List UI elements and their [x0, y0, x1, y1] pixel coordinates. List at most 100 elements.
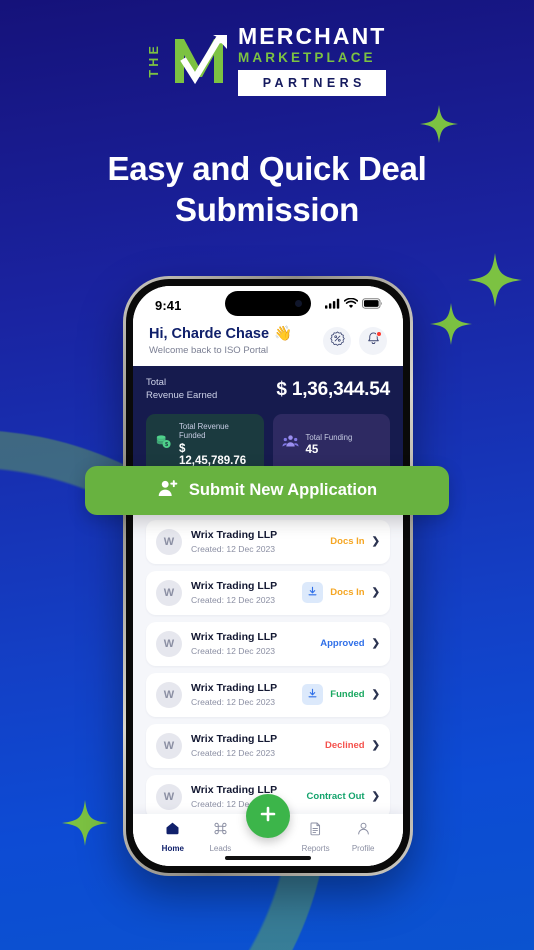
- chevron-right-icon[interactable]: ❯: [372, 638, 380, 649]
- revenue-label-line-1: Total: [146, 377, 167, 389]
- table-row[interactable]: W Wrix Trading LLP Created: 12 Dec 2023 …: [146, 519, 390, 564]
- download-button[interactable]: [302, 582, 324, 604]
- cellular-signal-icon: [325, 296, 340, 314]
- table-row[interactable]: W Wrix Trading LLP Created: 12 Dec 2023: [146, 570, 390, 615]
- nav-item-home[interactable]: Home: [149, 821, 197, 853]
- revenue-amount: $ 1,36,344.54: [276, 379, 390, 401]
- status-badge: Declined: [325, 740, 365, 752]
- person-plus-icon: [157, 478, 178, 504]
- avatar: W: [156, 681, 182, 708]
- status-bar: 9:41: [133, 286, 403, 320]
- status-badge: Docs In: [330, 587, 365, 599]
- lead-name: Wrix Trading LLP: [191, 682, 278, 695]
- dynamic-island: [225, 291, 311, 316]
- phone-mockup: 9:41 Hi, Charde Chase 👋 Welcome back to …: [123, 276, 413, 876]
- cta-label: Submit New Application: [188, 481, 378, 499]
- sparkle-mid-right: [468, 253, 522, 307]
- revenue-label-line-2: Revenue Earned: [146, 390, 218, 402]
- download-icon: [307, 686, 318, 704]
- logo-marketplace-text: MARKETPLACE: [238, 50, 376, 65]
- greeting-row: Hi, Charde Chase 👋: [149, 326, 292, 343]
- bottom-navigation: Home Leads Reports Profile: [133, 794, 403, 866]
- avatar: W: [156, 783, 182, 810]
- logo-the-text: THE: [146, 42, 161, 78]
- status-badge: Approved: [320, 638, 365, 650]
- submit-new-application-button[interactable]: Submit New Application: [85, 466, 449, 515]
- notification-bell-icon-button[interactable]: [359, 327, 387, 356]
- chevron-right-icon[interactable]: ❯: [372, 689, 380, 700]
- notification-badge-dot: [376, 331, 382, 338]
- phone-bezel: 9:41 Hi, Charde Chase 👋 Welcome back to …: [126, 279, 410, 873]
- people-group-icon: [281, 433, 299, 455]
- table-row[interactable]: W Wrix Trading LLP Created: 12 Dec 2023 …: [146, 621, 390, 666]
- avatar: W: [156, 528, 182, 555]
- home-icon: [165, 821, 180, 841]
- stat-value: 45: [305, 444, 319, 457]
- lead-name: Wrix Trading LLP: [191, 733, 278, 746]
- lead-date: Created: 12 Dec 2023: [191, 646, 276, 657]
- offers-badge-icon: [329, 331, 345, 351]
- lead-name: Wrix Trading LLP: [191, 784, 278, 797]
- nav-label: Leads: [209, 844, 232, 853]
- profile-icon: [356, 821, 371, 841]
- lead-name: Wrix Trading LLP: [191, 529, 278, 542]
- sparkle-lower-right: [430, 303, 472, 345]
- svg-text:$: $: [165, 443, 168, 449]
- avatar: W: [156, 579, 182, 606]
- download-icon: [307, 584, 318, 602]
- lead-name: Wrix Trading LLP: [191, 631, 278, 644]
- status-badge: Contract Out: [306, 791, 365, 803]
- lead-date: Created: 12 Dec 2023: [191, 544, 276, 555]
- avatar: W: [156, 732, 182, 759]
- nav-label: Reports: [301, 844, 330, 853]
- logo-partners-text: PARTNERS: [262, 75, 366, 90]
- headline-line-1: Easy and Quick Deal: [107, 150, 427, 187]
- table-row[interactable]: W Wrix Trading LLP Created: 12 Dec 2023: [146, 672, 390, 717]
- brand-logo: THE MERCHANT MARKETPLACE PARTNERS: [0, 25, 534, 96]
- sparkle-top-right: [420, 105, 458, 143]
- logo-merchant-text: MERCHANT: [238, 23, 387, 49]
- nav-label: Profile: [351, 844, 375, 853]
- app-header: Hi, Charde Chase 👋 Welcome back to ISO P…: [133, 320, 403, 367]
- lead-name: Wrix Trading LLP: [191, 580, 278, 593]
- chevron-right-icon[interactable]: ❯: [372, 740, 380, 751]
- status-badge: Funded: [330, 689, 365, 701]
- leads-icon: [213, 821, 228, 841]
- offers-badge-icon-button[interactable]: [323, 327, 351, 356]
- nav-item-leads[interactable]: Leads: [197, 821, 245, 853]
- logo-m-mark: [169, 31, 229, 89]
- avatar: W: [156, 630, 182, 657]
- lead-date: Created: 12 Dec 2023: [191, 748, 276, 759]
- revenue-label: Total Revenue Earned: [146, 377, 217, 403]
- plus-icon: [258, 804, 278, 829]
- chevron-right-icon[interactable]: ❯: [372, 587, 380, 598]
- download-button[interactable]: [302, 684, 324, 706]
- greeting-subtitle: Welcome back to ISO Portal: [149, 345, 269, 357]
- chevron-right-icon[interactable]: ❯: [372, 791, 380, 802]
- battery-full-icon: [362, 296, 383, 314]
- sparkle-bottom-left: [62, 800, 108, 846]
- lead-date: Created: 12 Dec 2023: [191, 595, 276, 606]
- front-camera-icon: [295, 300, 302, 307]
- add-new-fab-button[interactable]: [246, 794, 290, 838]
- nav-item-reports[interactable]: Reports: [292, 821, 340, 853]
- nav-label: Home: [161, 844, 184, 853]
- stat-label: Total Revenue Funded: [179, 422, 229, 441]
- headline-line-2: Submission: [174, 191, 360, 229]
- coins-icon: $: [155, 433, 172, 455]
- phone-screen: 9:41 Hi, Charde Chase 👋 Welcome back to …: [133, 286, 403, 866]
- logo-partners-box: PARTNERS: [238, 69, 387, 96]
- status-bar-time: 9:41: [155, 297, 182, 313]
- wifi-icon: [343, 296, 359, 314]
- chevron-right-icon[interactable]: ❯: [372, 536, 380, 547]
- reports-icon: [308, 821, 323, 841]
- stat-label: Total Funding: [305, 432, 353, 442]
- table-row[interactable]: W Wrix Trading LLP Created: 12 Dec 2023 …: [146, 723, 390, 768]
- waving-hand-icon: 👋: [274, 326, 293, 342]
- greeting-text: Hi, Charde Chase: [149, 326, 270, 342]
- hero-headline: Easy and Quick Deal Submission: [0, 148, 534, 231]
- stat-value: $ 12,45,789.76: [179, 442, 247, 467]
- home-indicator: [225, 856, 311, 860]
- nav-item-profile[interactable]: Profile: [339, 821, 387, 853]
- status-badge: Docs In: [330, 536, 365, 548]
